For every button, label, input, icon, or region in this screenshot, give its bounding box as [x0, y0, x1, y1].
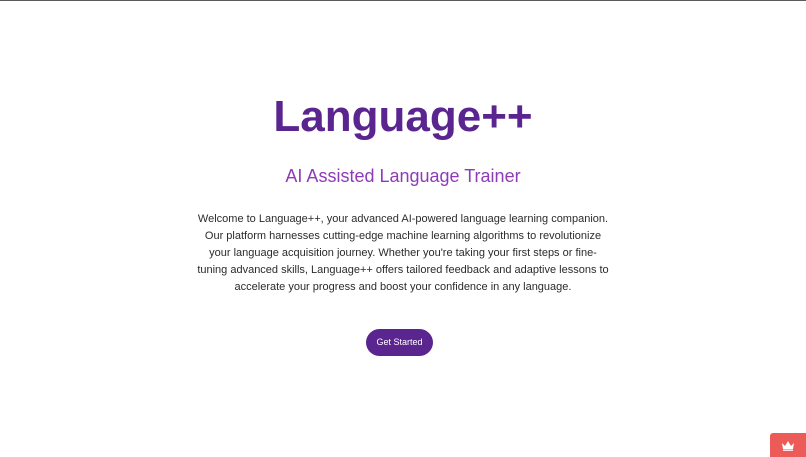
get-started-button[interactable]: Get Started: [366, 329, 433, 356]
landing-page: Language++ AI Assisted Language Trainer …: [0, 0, 806, 457]
crown-icon: [781, 440, 795, 451]
app-subtitle: AI Assisted Language Trainer: [285, 166, 521, 186]
intro-paragraph: Welcome to Language++, your advanced AI-…: [197, 213, 609, 293]
feedback-widget-button[interactable]: [770, 433, 806, 457]
app-title: Language++: [273, 92, 533, 141]
